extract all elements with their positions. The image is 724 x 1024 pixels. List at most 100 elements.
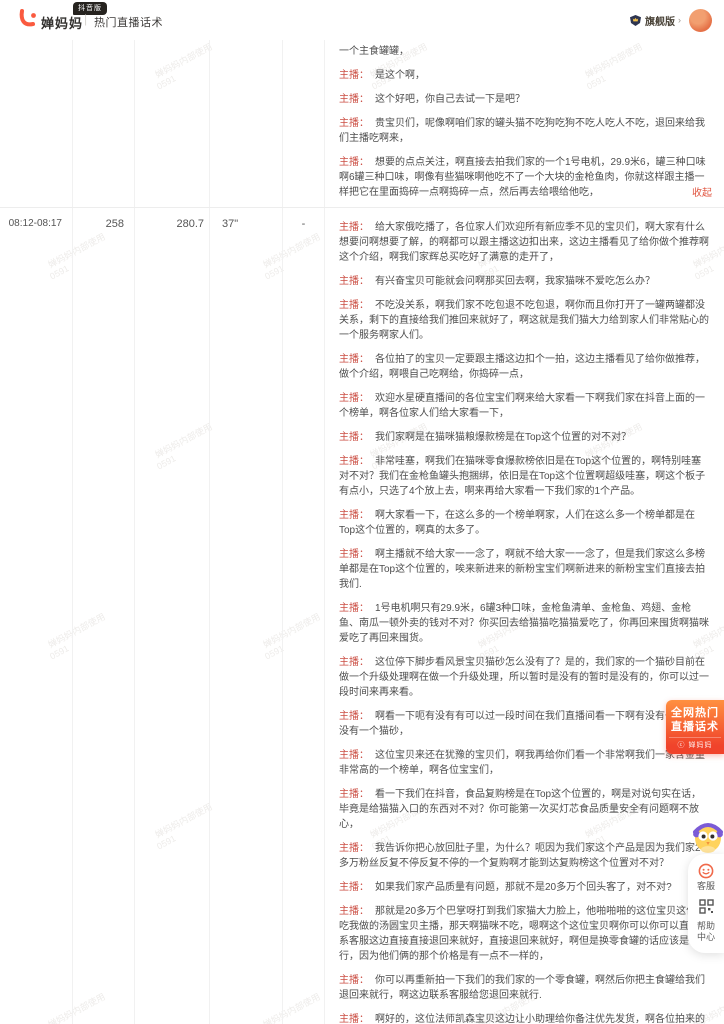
speech-text: 那就是20多万个巴掌呀打到我们家猫大力脸上，他啪啪啪的这位宝贝这位快吃我做的汤圆… bbox=[339, 906, 709, 962]
page-title: 热门直播话术 bbox=[94, 17, 163, 29]
app-header: 婵妈妈 抖音版 | 热门直播话术 旗舰版 › bbox=[0, 0, 724, 40]
speaker-label: 主播： bbox=[339, 975, 369, 986]
speaker-label: 主播： bbox=[339, 354, 369, 365]
collapse-link[interactable]: 收起 bbox=[692, 184, 712, 199]
speech-text: 如果我们家产品质量有问题，那就不是20多万个回头客了，对不对? bbox=[375, 882, 672, 893]
speaker-label: 主播： bbox=[339, 393, 369, 404]
promo-line2: 直播话术 bbox=[671, 721, 719, 733]
transcript-paragraph: 主播： 你可以再重新拍一下我们的我们家的一个零食罐，啊然后你把主食罐给我们退回来就… bbox=[339, 973, 710, 1003]
plan-label: 旗舰版 bbox=[645, 16, 675, 28]
cell-metric1: 258 bbox=[73, 208, 135, 1024]
transcript-paragraph: 主播： 看一下我们在抖音，食品复购榜是在Top这个位置的，啊是对说句实在话，毕竟是… bbox=[339, 787, 710, 832]
transcript-paragraph: 主播： 如果我们家产品质量有问题，那就不是20多万个回头客了，对不对? bbox=[339, 880, 710, 895]
smiley-face-icon bbox=[698, 863, 714, 879]
speaker-label: 主播： bbox=[339, 276, 369, 287]
qr-code-icon bbox=[698, 899, 714, 914]
speech-text: 你可以再重新拍一下我们的我们家的一个零食罐，啊然后你把主食罐给我们退回来就行，啊… bbox=[339, 975, 705, 1001]
transcript-paragraph: 主播： 想要的点点关注，啊直接去拍我们家的一个1号电机，29.9米6，罐三种口味啊… bbox=[339, 155, 710, 200]
cell-metric1 bbox=[73, 40, 135, 207]
transcript-paragraph: 主播： 不吃没关系，啊我们家不吃包退不吃包退，啊你而且你打开了一罐两罐都没关系，剩… bbox=[339, 298, 710, 343]
speech-text: 这个好吧，你自己去试一下是吧？ bbox=[375, 94, 525, 105]
transcript-paragraph: 主播： 给大家俄吃播了，各位家人们欢迎所有新应季不见的宝贝们，啊大家有什么想要问啊… bbox=[339, 220, 710, 265]
speech-text: 啊大家看一下，在这么多的一个榜单啊家，人们在这么多一个榜单都是在Top这个位置的… bbox=[339, 510, 695, 536]
transcript-paragraph: 主播： 啊好的，这位法师凯森宝贝这边让小助理给你备注优先发货，啊各位拍来的宝贝一定… bbox=[339, 1012, 710, 1024]
speaker-label: 主播： bbox=[339, 1014, 369, 1024]
cell-metric4: - bbox=[283, 208, 325, 1024]
speaker-label: 主播： bbox=[339, 789, 369, 800]
transcript-paragraph: 主播： 欢迎水星硬直播间的各位宝宝们啊来给大家看一下啊我们家在抖音上面的一个榜单，… bbox=[339, 391, 710, 421]
transcript-paragraph: 主播： 贵宝贝们，呢像啊咱们家的罐头猫不吃狗吃狗不吃人吃人不吃，退回来给我们主播吃… bbox=[339, 116, 710, 146]
speaker-label: 主播： bbox=[339, 300, 369, 311]
transcript-paragraph: 主播： 1号电机啊只有29.9米，6罐3种口味，金枪鱼清单、金枪鱼、鸡翅、金枪鱼、… bbox=[339, 601, 710, 646]
speech-text: 看一下我们在抖音，食品复购榜是在Top这个位置的，啊是对说句实在话，毕竟是给猫猫… bbox=[339, 789, 702, 830]
speech-text: 是这个啊， bbox=[375, 70, 425, 81]
cell-metric3 bbox=[210, 40, 283, 207]
speaker-label: 主播： bbox=[339, 711, 369, 722]
cell-transcript: 一个主食罐罐， 主播： 是这个啊， 主播： 这个好吧，你自己去试一下是吧？ 主播： 贵宝贝们… bbox=[325, 40, 724, 207]
help-center-label: 帮助中心 bbox=[696, 921, 715, 942]
plan-shield-icon bbox=[630, 14, 641, 26]
speaker-label: 主播： bbox=[339, 750, 369, 761]
transcript-paragraph: 主播： 啊主播就不给大家一一念了，啊就不给大家一一念了，但是我们家这么多榜单都是在… bbox=[339, 547, 710, 592]
speech-text: 有兴奋宝贝可能就会问啊那买回去啊，我家猫咪不爱吃怎么办？ bbox=[375, 276, 655, 287]
speech-text: 这位宝贝来还在犹豫的宝贝们，啊我再给你们看一个非常啊我们一家含金量非常高的一个榜… bbox=[339, 750, 705, 776]
transcript-paragraph: 主播： 非常哇塞，啊我们在猫咪零食爆款榜依旧是在Top这个位置的，啊特别哇塞对不对… bbox=[339, 454, 710, 499]
speech-text: 啊看一下呃有没有有可以过一段时间在我们直播间看一下啊有没有一个啊有没有一个猫砂， bbox=[339, 711, 705, 737]
page: 婵妈妈内部使用 0591 婵妈妈内部使用 0591 婵妈妈内部使用 0591 婵妈妈内部使用… bbox=[0, 0, 724, 1024]
transcript-paragraph: 主播： 这位宝贝来还在犹豫的宝贝们，啊我再给你们看一个非常啊我们一家含金量非常高的… bbox=[339, 748, 710, 778]
table-body: 一个主食罐罐， 主播： 是这个啊， 主播： 这个好吧，你自己去试一下是吧？ 主播： 贵宝贝们… bbox=[0, 40, 724, 1024]
speaker-label: 主播： bbox=[339, 118, 369, 129]
transcript-paragraph: 一个主食罐罐， bbox=[339, 44, 710, 59]
hot-script-promo-button[interactable]: 全网热门 直播话术 ⓒ 婵妈妈 bbox=[666, 700, 724, 754]
transcript-paragraph: 主播： 啊大家看一下，在这么多的一个榜单啊家，人们在这么多一个榜单都是在Top这个… bbox=[339, 508, 710, 538]
transcript-paragraph: 主播： 这位停下脚步看风景宝贝猫砂怎么没有了？是的，我们家的一个猫砂目前在做一个升… bbox=[339, 655, 710, 700]
cell-transcript: 主播： 给大家俄吃播了，各位家人们欢迎所有新应季不见的宝贝们，啊大家有什么想要问啊… bbox=[325, 208, 724, 1024]
speaker-label: 主播： bbox=[339, 510, 369, 521]
speech-text: 啊主播就不给大家一一念了，啊就不给大家一一念了，但是我们家这么多榜单都是在Top… bbox=[339, 549, 706, 590]
speech-text: 想要的点点关注，啊直接去拍我们家的一个1号电机，29.9米6，罐三种口味啊6罐三… bbox=[339, 157, 706, 198]
customer-service-button[interactable]: 客服 bbox=[695, 863, 717, 892]
transcript-table: 一个主食罐罐， 主播： 是这个啊， 主播： 这个好吧，你自己去试一下是吧？ 主播： 贵宝贝们… bbox=[0, 40, 724, 1024]
speaker-label: 主播： bbox=[339, 843, 369, 854]
speaker-label: 主播： bbox=[339, 157, 369, 168]
promo-brand-sub: ⓒ 婵妈妈 bbox=[669, 737, 721, 750]
speaker-label: 主播： bbox=[339, 456, 369, 467]
brand-name: 婵妈妈 bbox=[41, 16, 84, 31]
speaker-label: 主播： bbox=[339, 549, 369, 560]
title-separator: | bbox=[84, 12, 88, 26]
speaker-label: 主播： bbox=[339, 657, 369, 668]
speech-text: 一个主食罐罐， bbox=[339, 46, 409, 57]
transcript-paragraph: 主播： 各位拍了的宝贝一定要跟主播这边扣个一拍，这边主播看见了给你做推荐，做个介绍… bbox=[339, 352, 710, 382]
table-row: 一个主食罐罐， 主播： 是这个啊， 主播： 这个好吧，你自己去试一下是吧？ 主播： 贵宝贝们… bbox=[0, 40, 724, 207]
speech-text: 非常哇塞，啊我们在猫咪零食爆款榜依旧是在Top这个位置的，啊特别哇塞对不对？我们… bbox=[339, 456, 706, 497]
speaker-label: 主播： bbox=[339, 94, 369, 105]
speaker-label: 主播： bbox=[339, 882, 369, 893]
plan-badge[interactable]: 旗舰版 › bbox=[629, 13, 681, 28]
avatar[interactable] bbox=[689, 8, 712, 32]
cell-metric3: 37" bbox=[210, 208, 283, 1024]
speech-text: 各位拍了的宝贝一定要跟主播这边扣个一拍，这边主播看见了给你做推荐，做个介绍，啊喂… bbox=[339, 354, 705, 380]
table-row: 08:12-08:17 258 280.7 37" - 主播： 给大家俄吃播了，各位家人们欢… bbox=[0, 207, 724, 1024]
mascot-owl-icon[interactable] bbox=[690, 816, 724, 856]
cell-time: 08:12-08:17 bbox=[0, 208, 73, 1024]
speech-text: 不吃没关系，啊我们家不吃包退不吃包退，啊你而且你打开了一罐两罐都没关系，剩下的直… bbox=[339, 300, 709, 341]
speech-text: 贵宝贝们，呢像啊咱们家的罐头猫不吃狗吃狗不吃人吃人不吃，退回来给我们主播吃啊来， bbox=[339, 118, 705, 144]
help-center-button[interactable]: 帮助中心 bbox=[695, 921, 717, 943]
speech-text: 啊好的，这位法师凯森宝贝这边让小助理给你备注优先发货，啊各位拍来的宝贝一定要在评… bbox=[375, 1014, 705, 1024]
speech-text: 我们家啊是在猫咪猫粮爆款榜是在Top这个位置的对不对？ bbox=[375, 432, 632, 443]
transcript-paragraph: 主播： 是这个啊， bbox=[339, 68, 710, 83]
brand-logo-icon bbox=[19, 9, 36, 27]
chevron-right-icon: › bbox=[678, 15, 681, 25]
speech-text: 给大家俄吃播了，各位家人们欢迎所有新应季不见的宝贝们，啊大家有什么想要问啊想要了… bbox=[339, 222, 709, 263]
speech-text: 这位停下脚步看风景宝贝猫砂怎么没有了？是的，我们家的一个猫砂目前在做一个升级处理… bbox=[339, 657, 709, 698]
speaker-label: 主播： bbox=[339, 603, 369, 614]
qr-code-button[interactable] bbox=[698, 899, 714, 914]
transcript-paragraph: 主播： 啊看一下呃有没有有可以过一段时间在我们直播间看一下啊有没有一个啊有没有一个… bbox=[339, 709, 710, 739]
transcript-paragraph: 主播： 这个好吧，你自己去试一下是吧？ bbox=[339, 92, 710, 107]
transcript-paragraph: 主播： 有兴奋宝贝可能就会问啊那买回去啊，我家猫咪不爱吃怎么办？ bbox=[339, 274, 710, 289]
customer-service-label: 客服 bbox=[696, 881, 715, 891]
cell-metric4 bbox=[283, 40, 325, 207]
speaker-label: 主播： bbox=[339, 906, 369, 917]
speaker-label: 主播： bbox=[339, 222, 369, 233]
transcript-paragraph: 主播： 我们家啊是在猫咪猫粮爆款榜是在Top这个位置的对不对？ bbox=[339, 430, 710, 445]
